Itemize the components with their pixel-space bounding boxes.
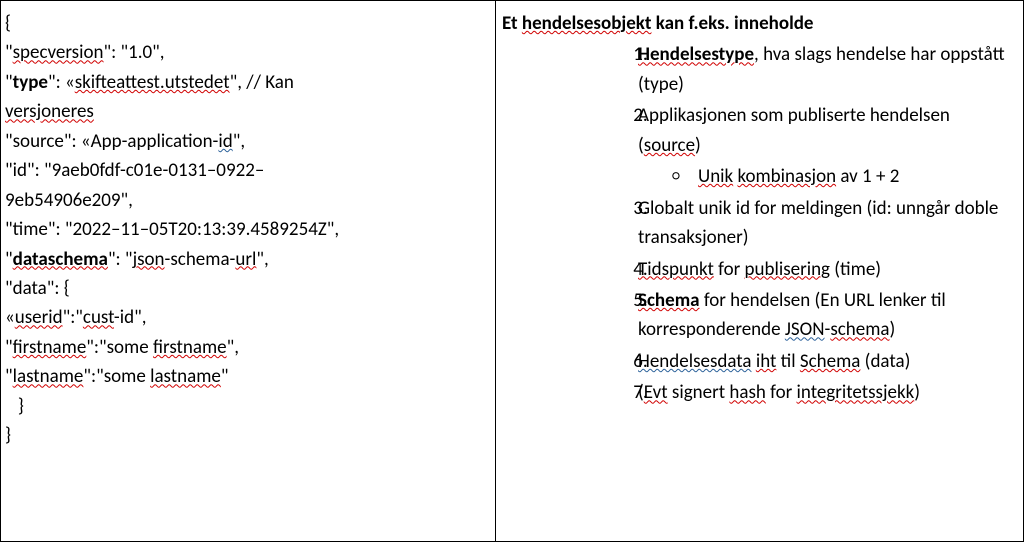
list-item: Schema for hendelsen (En URL lenker til … (652, 286, 1007, 345)
code-line: "time": "2022–11–05T20:13:39.4589254Z", (5, 215, 489, 244)
code-line: "source": «App-application-id", (5, 127, 489, 156)
list-item: (Evt signert hash for integritetssjekk) (652, 378, 1007, 407)
list-item: Applikasjonen som publiserte hendelsen (… (652, 101, 1007, 191)
sub-list: Unik kombinasjon av 1 + 2 (638, 162, 1007, 191)
right-header: Et hendelsesobjekt kan f.eks. inneholde (502, 9, 1017, 38)
code-line: "data": { (5, 274, 489, 303)
sub-list-item: Unik kombinasjon av 1 + 2 (698, 162, 1007, 191)
list-item: Globalt unik id for meldingen (id: unngå… (652, 194, 1007, 253)
list-item: Hendelsestype, hva slags hendelse har op… (652, 40, 1007, 99)
code-line: "lastname":"some lastname" (5, 362, 489, 391)
list-item: Hendelsesdata iht til Schema (data) (652, 347, 1007, 376)
code-line: versjoneres (5, 97, 489, 126)
numbered-list: Hendelsestype, hva slags hendelse har op… (502, 40, 1017, 407)
code-line: "firstname":"some firstname", (5, 333, 489, 362)
code-line: { (5, 9, 489, 38)
code-line: "specversion": "1.0", (5, 38, 489, 67)
code-line: } (5, 392, 489, 421)
code-line: "dataschema": "json-schema-url", (5, 245, 489, 274)
code-line: "id": "9aeb0fdf-c01e-0131–0922– (5, 156, 489, 185)
code-line: 9eb54906e209", (5, 186, 489, 215)
left-column: { "specversion": "1.0", "type": «skiftea… (0, 0, 495, 542)
right-column: Et hendelsesobjekt kan f.eks. inneholde … (495, 0, 1024, 542)
code-line: } (5, 421, 489, 450)
code-line: "type": «skifteattest.utstedet", // Kan (5, 68, 489, 97)
list-item: Tidspunkt for publisering (time) (652, 255, 1007, 284)
code-line: «userid":"cust-id", (5, 303, 489, 332)
